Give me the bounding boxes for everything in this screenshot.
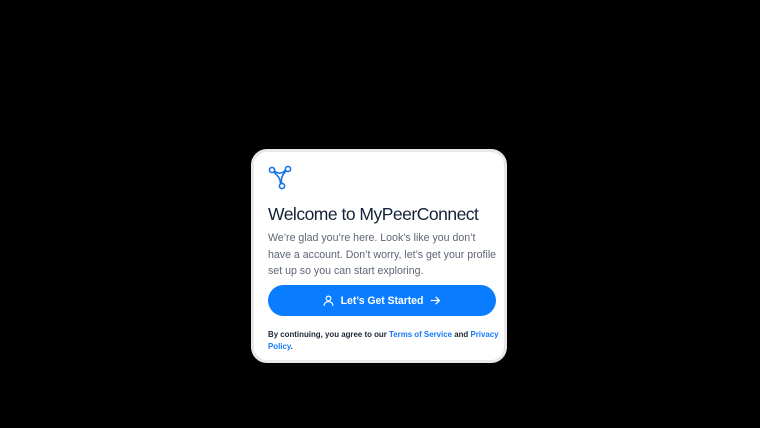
terms-of-service-link[interactable]: Terms of Service [389, 330, 452, 339]
welcome-description: We’re glad you’re here. Look’s like you … [268, 232, 497, 277]
get-started-label: Let’s Get Started [340, 294, 424, 307]
app-logo-icon [268, 165, 294, 191]
legal-suffix: . [290, 341, 293, 351]
welcome-title: Welcome to MyPeerConnect [268, 204, 479, 224]
arrow-right-icon [430, 295, 441, 306]
user-icon [323, 295, 334, 306]
get-started-button[interactable]: Let’s Get Started [268, 285, 496, 316]
welcome-card: Welcome to MyPeerConnect We’re glad you’… [251, 149, 507, 363]
legal-conjunction: and [452, 330, 471, 339]
legal-notice: By continuing, you agree to our Terms of… [268, 329, 500, 352]
legal-prefix: By continuing, you agree to our [268, 330, 389, 339]
screen-background: Welcome to MyPeerConnect We’re glad you’… [0, 0, 760, 428]
